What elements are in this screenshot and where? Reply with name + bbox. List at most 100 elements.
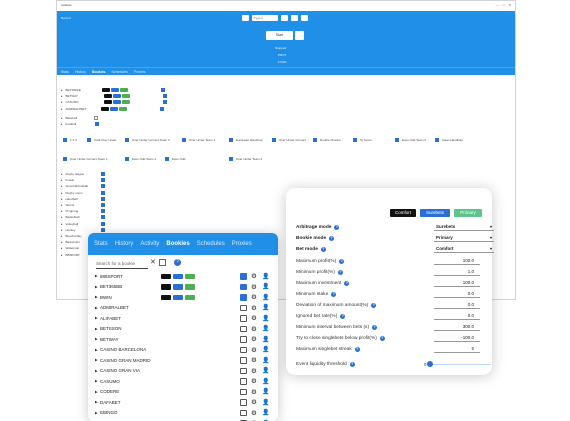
bookie-enable-checkbox[interactable] xyxy=(240,336,247,343)
bookie-row[interactable]: ▶ CASINO BARCELONA ⚙ 👤 xyxy=(88,345,278,356)
select-all-checkbox[interactable] xyxy=(159,259,166,266)
tab-bookies[interactable]: Bookies xyxy=(166,241,189,247)
bookie-row[interactable]: ▶ CASINO GRAN MADRID ⚙ 👤 xyxy=(88,355,278,366)
option-european-handicap[interactable]: European Handicap xyxy=(229,138,263,142)
tab-proxies[interactable]: Proxies xyxy=(232,241,252,247)
list-item[interactable]: ▸ ADMIRALTBET xyxy=(61,106,167,112)
bookie-enable-checkbox[interactable] xyxy=(240,273,247,280)
minimize-icon[interactable]: — xyxy=(496,3,499,9)
bookie-chip-2[interactable] xyxy=(185,273,195,279)
bookie-row[interactable]: ▶ BETSSON ⚙ 👤 xyxy=(88,324,278,335)
gear-icon[interactable]: ⚙ xyxy=(251,388,257,396)
bookie-chip-0[interactable] xyxy=(161,273,171,279)
maximize-icon[interactable]: □ xyxy=(503,3,505,9)
bookie-enable-checkbox[interactable] xyxy=(240,346,247,353)
slider-track[interactable] xyxy=(426,361,491,368)
tab-bookies[interactable]: Bookies xyxy=(92,70,106,74)
expand-chevron-icon[interactable]: ▶ xyxy=(95,400,98,404)
start-button[interactable]: Start xyxy=(266,31,293,40)
minimum-interval-input[interactable]: 300.0 xyxy=(434,324,480,331)
tab-stats[interactable]: Stats xyxy=(94,241,108,247)
user-icon[interactable]: 👤 xyxy=(262,325,269,332)
window-controls[interactable]: — □ ✕ xyxy=(496,3,511,9)
user-icon[interactable]: 👤 xyxy=(262,273,269,280)
clear-search-icon[interactable]: ✕ xyxy=(150,258,156,266)
tab-stats[interactable]: Stats xyxy=(61,70,69,74)
bookie-search-input[interactable]: Search for a bookie xyxy=(96,259,148,269)
list-item[interactable]: ▸ Football xyxy=(61,121,100,127)
help-icon[interactable]: ? xyxy=(340,314,346,319)
slider-handle[interactable] xyxy=(426,361,433,368)
gear-icon[interactable]: ⚙ xyxy=(251,409,257,417)
option-corners-team-1[interactable]: Over Under Corners Team 1 xyxy=(63,157,108,161)
help-icon[interactable]: ? xyxy=(371,303,377,308)
user-icon[interactable]: 👤 xyxy=(262,388,269,395)
expand-chevron-icon[interactable]: ▶ xyxy=(95,327,98,331)
option-even-odd-team-2[interactable]: Even Odd Team 2 xyxy=(395,138,426,142)
toolbar-button-2[interactable] xyxy=(291,15,298,21)
bookie-row[interactable]: ▶ BET365BB ⚙ 👤 xyxy=(88,282,278,293)
tab-schedules[interactable]: Schedules xyxy=(112,70,128,74)
minimum-stake-input[interactable]: 0.0 xyxy=(434,291,480,298)
bookie-chip-1[interactable] xyxy=(173,284,183,290)
gear-icon[interactable]: ⚙ xyxy=(251,304,257,312)
help-icon[interactable]: ? xyxy=(349,362,355,367)
gear-icon[interactable]: ⚙ xyxy=(251,346,257,354)
bookie-enable-checkbox[interactable] xyxy=(240,378,247,385)
close-singlebets-input[interactable]: -100.0 xyxy=(434,335,480,342)
expand-chevron-icon[interactable]: ▶ xyxy=(95,274,98,278)
bookie-row[interactable]: ▶ EBINGO ⚙ 👤 xyxy=(88,408,278,419)
deviation-input[interactable]: 0.0 xyxy=(434,302,480,309)
help-icon[interactable]: ? xyxy=(354,347,360,352)
bookie-enable-checkbox[interactable] xyxy=(240,283,247,290)
gear-icon[interactable]: ⚙ xyxy=(251,356,257,364)
user-icon[interactable]: 👤 xyxy=(262,346,269,353)
help-icon[interactable]: ? xyxy=(174,259,181,266)
option-double-chance[interactable]: Double Chance xyxy=(313,138,341,142)
bookie-row[interactable]: ▶ ALIFABET ⚙ 👤 xyxy=(88,313,278,324)
option-even-odd[interactable]: Even Odd xyxy=(165,157,185,161)
bookie-chip-2[interactable] xyxy=(185,284,195,290)
bookie-row[interactable]: ▶ 888SPORT ⚙ 👤 xyxy=(88,271,278,282)
help-icon[interactable]: ? xyxy=(334,225,340,230)
bookie-row[interactable]: ▶ ADMIRALBET ⚙ 👤 xyxy=(88,303,278,314)
option-total-over-under[interactable]: Total Over Under xyxy=(87,138,117,142)
minimum-profit-input[interactable]: 1.0 xyxy=(434,269,480,276)
bookie-row[interactable]: ▶ BETWAY ⚙ 👤 xyxy=(88,334,278,345)
bookie-chip-1[interactable] xyxy=(173,294,183,300)
tab-schedules[interactable]: Schedules xyxy=(197,241,225,247)
expand-chevron-icon[interactable]: ▶ xyxy=(95,348,98,352)
gear-icon[interactable]: ⚙ xyxy=(251,293,257,301)
expand-chevron-icon[interactable]: ▶ xyxy=(95,379,98,383)
tab-history[interactable]: History xyxy=(115,241,134,247)
option-over-under-team-1[interactable]: Over Under Team 1 xyxy=(182,138,215,142)
bookie-chip-1[interactable] xyxy=(173,273,183,279)
toolbar-button-1[interactable] xyxy=(281,15,288,21)
option-even-odd-team-1[interactable]: Even Odd Team 1 xyxy=(125,157,156,161)
user-icon[interactable]: 👤 xyxy=(262,336,269,343)
user-icon[interactable]: 👤 xyxy=(262,315,269,322)
close-icon[interactable]: ✕ xyxy=(508,3,511,9)
gear-icon[interactable]: ⚙ xyxy=(251,283,257,291)
bookie-mode-select[interactable]: Primary ▾ xyxy=(434,235,494,242)
expand-chevron-icon[interactable]: ▶ xyxy=(95,285,98,289)
layout-surebets-button[interactable]: Surebets xyxy=(420,209,450,217)
tab-proxies[interactable]: Proxies xyxy=(134,70,146,74)
bookie-enable-checkbox[interactable] xyxy=(240,294,247,301)
option-over-under-corners[interactable]: Over Under Corners xyxy=(272,138,306,142)
settings-icon[interactable] xyxy=(242,15,249,21)
layout-comfort-button[interactable]: Comfort xyxy=(390,209,416,217)
option-corners-team-2[interactable]: Over Under Corners Team 2 xyxy=(125,138,170,142)
expand-chevron-icon[interactable]: ▶ xyxy=(95,369,98,373)
bookie-enable-checkbox[interactable] xyxy=(240,315,247,322)
menu-button[interactable]: Bproud xyxy=(61,16,71,20)
user-icon[interactable]: 👤 xyxy=(262,367,269,374)
help-icon[interactable]: ? xyxy=(339,259,345,264)
layout-primary-button[interactable]: Primary xyxy=(454,209,482,217)
top-search-input[interactable]: Type it xyxy=(252,15,278,21)
bookie-chip-0[interactable] xyxy=(161,294,171,300)
start-options-button[interactable] xyxy=(295,31,304,40)
option-to-score[interactable]: To Score xyxy=(353,138,372,142)
bookie-chip-2[interactable] xyxy=(185,294,195,300)
user-icon[interactable]: 👤 xyxy=(262,399,269,406)
